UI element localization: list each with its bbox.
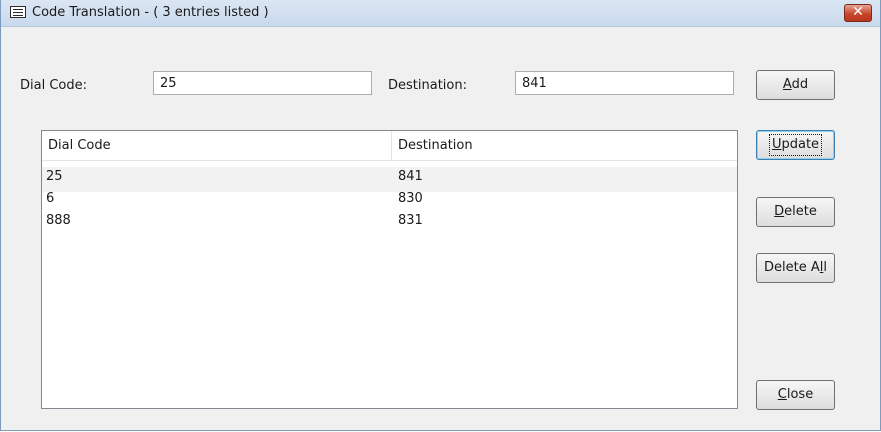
cell-destination: 830 bbox=[398, 191, 423, 206]
delete-all-label-prefix: Delete A bbox=[764, 260, 820, 275]
close-button-label: Close bbox=[778, 387, 813, 403]
update-label-rest: pdate bbox=[781, 137, 820, 152]
add-button-label: Add bbox=[783, 77, 808, 93]
delete-button[interactable]: Delete bbox=[756, 197, 835, 227]
cell-dial-code: 6 bbox=[46, 191, 55, 206]
delete-button-label: Delete bbox=[774, 204, 817, 220]
dial-code-label: Dial Code: bbox=[20, 78, 87, 93]
column-header-dial-code[interactable]: Dial Code bbox=[42, 131, 392, 160]
add-label-rest: dd bbox=[791, 77, 809, 92]
dial-code-input[interactable] bbox=[153, 71, 372, 95]
delete-mnemonic: D bbox=[774, 204, 785, 219]
cell-dial-code: 25 bbox=[46, 169, 63, 184]
table-row[interactable]: 888 831 bbox=[42, 211, 737, 236]
title-bar[interactable]: Code Translation - ( 3 entries listed ) … bbox=[1, 0, 880, 27]
add-button[interactable]: Add bbox=[756, 70, 835, 100]
list-header: Dial Code Destination bbox=[42, 131, 737, 161]
cell-dial-code: 888 bbox=[46, 213, 71, 228]
update-button-label: Update bbox=[768, 134, 823, 156]
delete-all-button[interactable]: Delete All bbox=[756, 253, 835, 283]
code-translation-dialog: Code Translation - ( 3 entries listed ) … bbox=[0, 0, 881, 431]
close-button[interactable]: Close bbox=[756, 380, 835, 410]
cell-destination: 831 bbox=[398, 213, 423, 228]
window-menu-icon[interactable] bbox=[10, 6, 26, 18]
close-label-rest: lose bbox=[786, 387, 814, 402]
list-rows: 25 841 6 830 888 831 bbox=[42, 167, 737, 236]
destination-input[interactable] bbox=[515, 71, 734, 95]
delete-all-label-rest: l bbox=[823, 260, 827, 275]
close-icon[interactable]: ✕ bbox=[844, 4, 872, 22]
delete-all-button-label: Delete All bbox=[764, 260, 827, 276]
destination-label: Destination: bbox=[388, 78, 467, 93]
cell-destination: 841 bbox=[398, 169, 423, 184]
column-header-destination[interactable]: Destination bbox=[392, 131, 737, 160]
window-title: Code Translation - ( 3 entries listed ) bbox=[32, 5, 269, 20]
update-button[interactable]: Update bbox=[756, 130, 835, 160]
close-mnemonic: C bbox=[777, 387, 787, 402]
delete-label-rest: elete bbox=[784, 204, 817, 219]
code-translation-list[interactable]: Dial Code Destination 25 841 6 830 888 8… bbox=[41, 130, 738, 409]
add-mnemonic: A bbox=[782, 77, 792, 92]
